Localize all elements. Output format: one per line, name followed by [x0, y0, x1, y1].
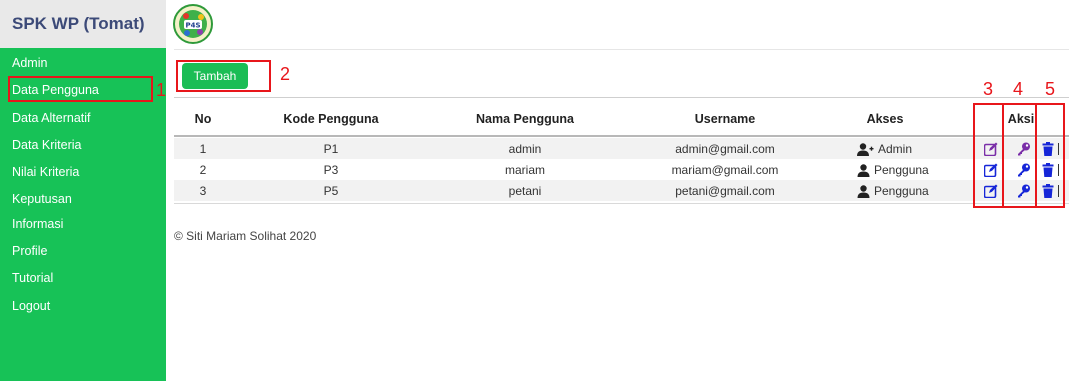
cell-username: petani@gmail.com [675, 184, 775, 198]
app-title: SPK WP (Tomat) [12, 14, 145, 33]
sidebar-item-informasi[interactable]: Informasi [12, 217, 63, 231]
cell-kode: P1 [323, 142, 339, 156]
col-header-akses: Akses [866, 112, 904, 126]
sidebar-item-data-kriteria[interactable]: Data Kriteria [12, 138, 81, 152]
annotation-box-5 [1035, 103, 1065, 208]
col-header-username: Username [694, 112, 756, 126]
page-root: SPK WP (Tomat) Admin Data Pengguna Data … [0, 0, 1069, 381]
col-header-no: No [194, 112, 212, 126]
user-plus-icon [857, 142, 874, 156]
footer-copyright: © Siti Mariam Solihat 2020 [174, 229, 317, 243]
annotation-label-3: 3 [983, 79, 994, 99]
table-row [174, 180, 1069, 201]
akses-label: Pengguna [874, 163, 929, 177]
annotation-box-1 [8, 76, 153, 102]
cell-no: 3 [199, 184, 207, 198]
col-header-nama-pengguna: Nama Pengguna [476, 112, 574, 126]
cell-nama: admin [508, 142, 542, 156]
annotation-label-1: 1 [156, 80, 167, 100]
sidebar-item-logout[interactable]: Logout [12, 299, 50, 313]
sidebar-item-data-alternatif[interactable]: Data Alternatif [12, 111, 91, 125]
app-brand[interactable]: SPK WP (Tomat) [0, 0, 166, 48]
p4s-logo: P4S [173, 4, 213, 44]
cell-akses: Admin [857, 142, 912, 156]
sidebar-item-keputusan[interactable]: Keputusan [12, 192, 72, 206]
table-header-border [174, 135, 1069, 137]
annotation-label-5: 5 [1045, 79, 1056, 99]
cell-akses: Pengguna [857, 163, 929, 177]
logo-text: P4S [185, 22, 200, 30]
sidebar-item-nilai-kriteria[interactable]: Nilai Kriteria [12, 165, 79, 179]
annotation-label-2: 2 [280, 64, 291, 84]
annotation-label-4: 4 [1013, 79, 1024, 99]
user-icon [857, 184, 870, 198]
akses-label: Admin [878, 142, 913, 156]
annotation-box-2 [176, 60, 271, 92]
sidebar-item-tutorial[interactable]: Tutorial [12, 271, 53, 285]
akses-label: Pengguna [874, 184, 929, 198]
cell-no: 2 [199, 163, 207, 177]
table-row [174, 138, 1069, 159]
sidebar-item-admin[interactable]: Admin [12, 56, 47, 70]
cell-username: mariam@gmail.com [671, 163, 779, 177]
cell-nama: petani [508, 184, 542, 198]
col-header-kode-pengguna: Kode Pengguna [283, 112, 379, 126]
sidebar-item-profile[interactable]: Profile [12, 244, 47, 258]
cell-akses: Pengguna [857, 184, 929, 198]
table-row [174, 159, 1069, 180]
table-bottom-border [174, 203, 1069, 204]
cell-nama: mariam [504, 163, 546, 177]
table-top-border [174, 97, 1069, 98]
annotation-box-4 [1002, 103, 1037, 208]
header-divider [174, 49, 1069, 50]
user-icon [857, 163, 870, 177]
cell-username: admin@gmail.com [675, 142, 775, 156]
cell-kode: P3 [323, 163, 339, 177]
cell-no: 1 [199, 142, 207, 156]
cell-kode: P5 [323, 184, 339, 198]
annotation-box-3 [973, 103, 1004, 208]
